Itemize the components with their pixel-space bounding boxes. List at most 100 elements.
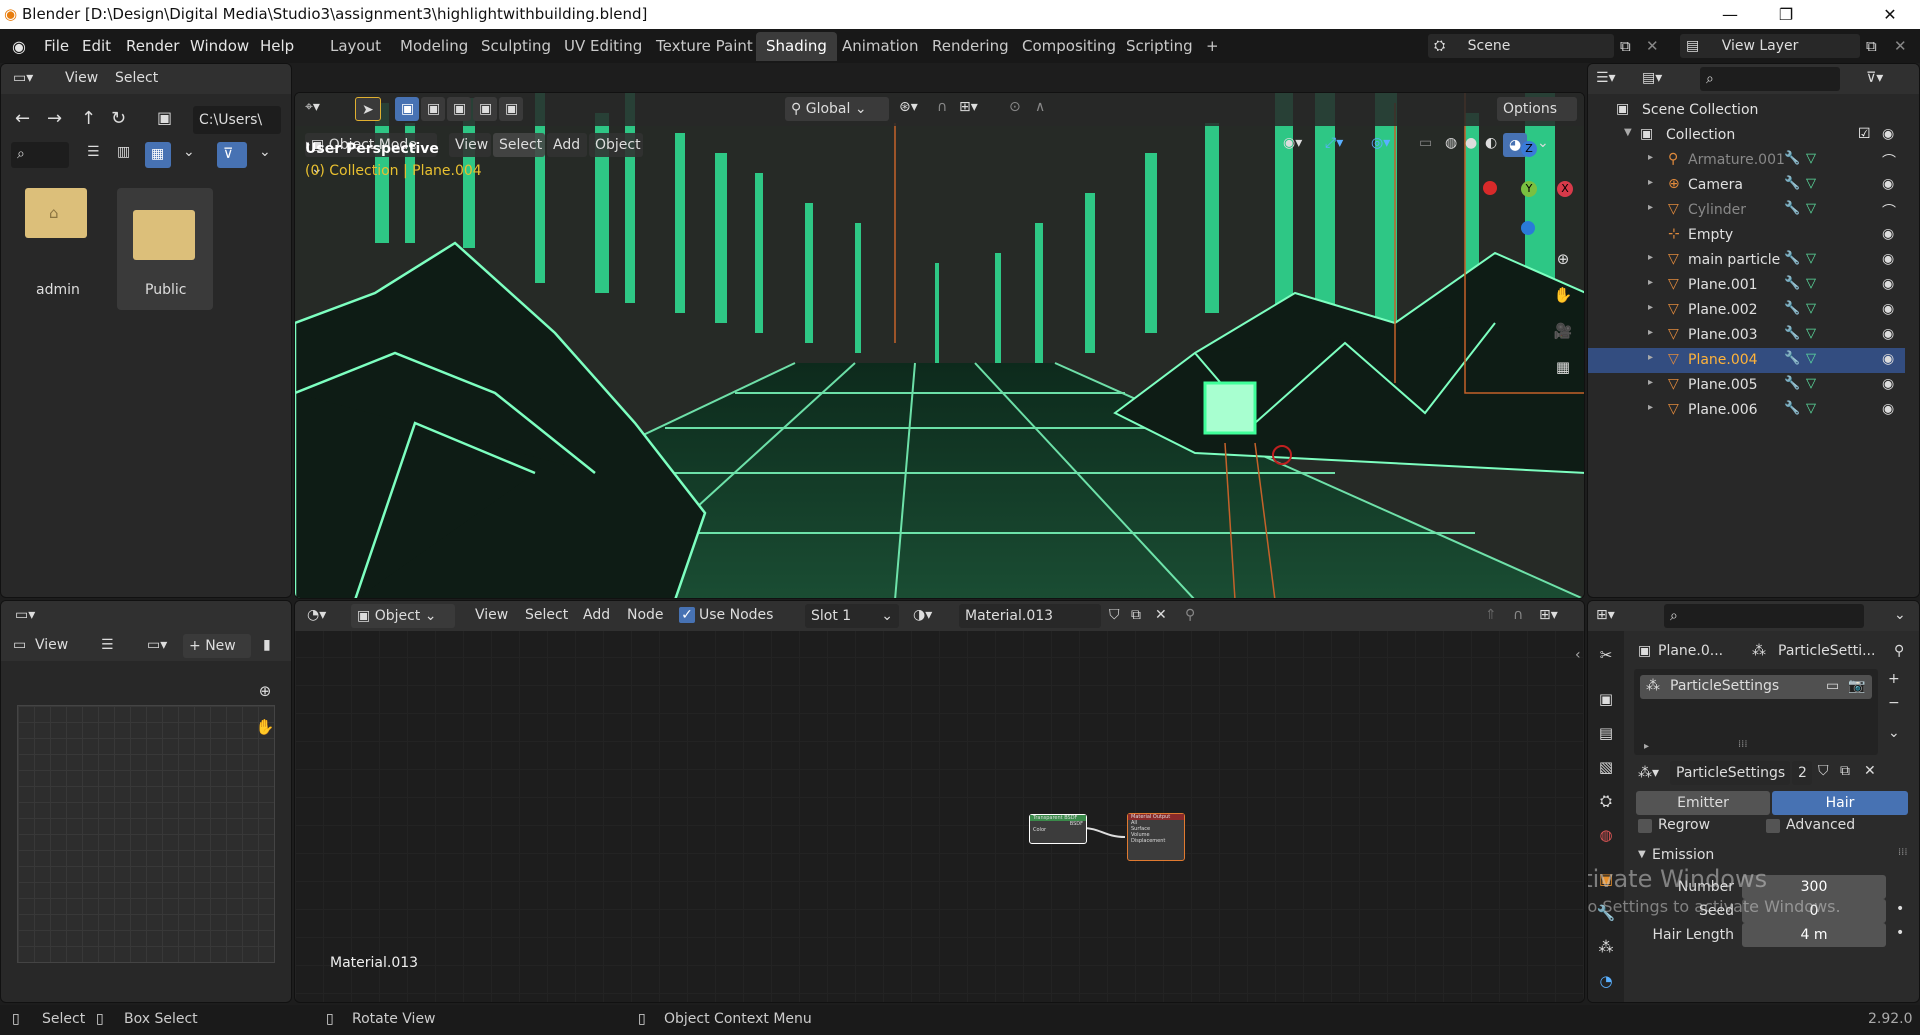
tab-layout[interactable]: Layout <box>320 32 391 61</box>
select-extend-icon[interactable]: ▣ <box>421 97 445 121</box>
tab-uv-editing[interactable]: UV Editing <box>554 32 652 61</box>
viewport-menu-select[interactable]: Select <box>493 133 545 157</box>
uv-grid[interactable] <box>17 705 275 963</box>
panel-collapse-icon[interactable]: ▼ <box>1638 849 1646 860</box>
physics-tab-icon[interactable]: ◔ <box>1594 969 1618 993</box>
modifier-icon[interactable]: 🔧 <box>1784 176 1800 191</box>
list-vertical-icon[interactable]: ☰ <box>87 144 100 160</box>
outliner-item[interactable]: ▸ ▽ Plane.006 🔧 ▽ ◉ <box>1588 398 1905 423</box>
open-image-icon[interactable]: ▮ <box>263 637 271 653</box>
resize-handle-icon[interactable]: ⁞⁞⁞ <box>1738 739 1748 750</box>
node-menu-select[interactable]: Select <box>525 607 568 623</box>
expand-arrow-icon[interactable]: ▸ <box>1648 277 1653 288</box>
thumbnails-icon[interactable]: ▦ <box>145 142 171 168</box>
modifier-icon[interactable]: 🔧 <box>1784 351 1800 366</box>
falloff-icon[interactable]: ∧ <box>1035 99 1045 115</box>
outliner-item[interactable]: ▸ ▽ Cylinder 🔧 ▽ ⌒ <box>1588 198 1905 223</box>
view-layer-selector[interactable]: ▤ View Layer <box>1680 34 1860 58</box>
viewport-menu-object[interactable]: Object <box>589 133 643 157</box>
editor-type-icon[interactable]: ▭▾ <box>15 607 35 623</box>
expand-arrow-icon[interactable]: ▸ <box>1648 252 1653 263</box>
gizmo-y-axis[interactable]: Y <box>1521 181 1537 197</box>
modifier-icon[interactable]: 🔧 <box>1784 376 1800 391</box>
mesh-data-icon[interactable]: ▽ <box>1806 276 1816 291</box>
camera-view-icon[interactable]: 🎥 <box>1551 319 1575 343</box>
output-tab-icon[interactable]: ▤ <box>1594 721 1618 745</box>
modifier-icon[interactable]: 🔧 <box>1784 201 1800 216</box>
expand-arrow-icon[interactable]: ▸ <box>1648 152 1653 163</box>
modifier-icon[interactable]: 🔧 <box>1784 401 1800 416</box>
node-menu-add[interactable]: Add <box>583 607 610 623</box>
home-folder-icon[interactable]: ⌂ <box>25 188 87 238</box>
mesh-data-icon[interactable]: ▽ <box>1806 376 1816 391</box>
forward-icon[interactable]: → <box>47 108 62 129</box>
scene-tab-icon[interactable]: ⛭ <box>1594 789 1618 813</box>
eye-icon[interactable]: ◉ <box>1882 126 1894 142</box>
expand-arrow-icon[interactable]: ▸ <box>1648 302 1653 313</box>
expand-arrow-icon[interactable]: ▸ <box>1648 202 1653 213</box>
modifier-icon[interactable]: 🔧 <box>1784 326 1800 341</box>
filter-dropdown-icon[interactable]: ⌄ <box>259 144 271 160</box>
particle-settings-browse-icon[interactable]: ⁂▾ <box>1638 765 1659 781</box>
eye-icon[interactable]: ◉ <box>1882 301 1894 317</box>
modifier-icon[interactable]: 🔧 <box>1784 276 1800 291</box>
eye-icon[interactable]: ◉ <box>1882 251 1894 267</box>
eye-icon[interactable]: ◉ <box>1882 401 1894 417</box>
refresh-icon[interactable]: ↻ <box>111 108 126 129</box>
back-icon[interactable]: ← <box>15 108 30 129</box>
tab-modeling[interactable]: Modeling <box>390 32 478 61</box>
close-button[interactable]: ✕ <box>1862 0 1918 29</box>
pan-hand-icon[interactable]: ✋ <box>1551 283 1575 307</box>
emission-panel-title[interactable]: Emission <box>1652 847 1714 863</box>
render-tab-icon[interactable]: ▣ <box>1594 687 1618 711</box>
menu-help[interactable]: Help <box>260 37 294 55</box>
outliner-item[interactable]: ⊹ Empty ◉ <box>1588 223 1905 248</box>
snap-icon[interactable]: ∩ <box>937 99 947 115</box>
sidebar-toggle-icon[interactable]: ‹ <box>1575 647 1581 663</box>
filter-icon[interactable]: ⊽ <box>217 142 247 168</box>
scene-selector[interactable]: ⛭ Scene <box>1428 34 1614 58</box>
mesh-data-icon[interactable]: ▽ <box>1806 176 1816 191</box>
tab-sculpting[interactable]: Sculpting <box>471 32 561 61</box>
remove-view-layer-icon[interactable]: ✕ <box>1894 37 1907 55</box>
add-slot-icon[interactable]: + <box>1888 671 1900 687</box>
file-menu-view[interactable]: View <box>65 70 98 86</box>
tab-animation[interactable]: Animation <box>832 32 928 61</box>
users-count[interactable]: 2 <box>1792 761 1812 785</box>
tool-tab-icon[interactable]: ✂ <box>1594 643 1618 667</box>
render-camera-icon[interactable]: 📷 <box>1848 678 1865 694</box>
eye-closed-icon[interactable]: ⌒ <box>1882 151 1896 171</box>
hair-length-field[interactable]: 4 m <box>1742 923 1886 947</box>
search-input[interactable]: ⌕ <box>11 142 69 168</box>
visibility-icon[interactable]: ◉▾ <box>1283 135 1302 151</box>
folder-public-label[interactable]: Public <box>145 282 186 298</box>
regrow-checkbox[interactable] <box>1638 819 1652 833</box>
select-intersect-icon[interactable]: ▣ <box>499 97 523 121</box>
emitter-toggle[interactable]: Emitter <box>1636 791 1770 815</box>
mesh-data-icon[interactable]: ▽ <box>1806 251 1816 266</box>
checkbox-icon[interactable]: ☑ <box>1858 126 1871 142</box>
outliner-scene-collection[interactable]: ▣ Scene Collection <box>1588 98 1905 123</box>
expand-arrow-icon[interactable]: ▸ <box>1648 402 1653 413</box>
mesh-data-icon[interactable]: ▽ <box>1806 301 1816 316</box>
properties-search-input[interactable]: ⌕ <box>1664 604 1864 628</box>
eye-icon[interactable]: ◉ <box>1882 176 1894 192</box>
hair-toggle[interactable]: Hair <box>1772 791 1908 815</box>
keyframe-dot-icon[interactable]: • <box>1896 901 1904 917</box>
path-field[interactable]: C:\Users\ <box>193 106 281 134</box>
modifier-icon[interactable]: 🔧 <box>1784 251 1800 266</box>
solid-shading-icon[interactable]: ● <box>1465 135 1477 151</box>
tab-scripting[interactable]: Scripting <box>1116 32 1203 61</box>
expand-arrow-icon[interactable]: ▸ <box>1648 377 1653 388</box>
expand-arrow-icon[interactable]: ▸ <box>1648 327 1653 338</box>
snap-icon[interactable]: ∩ <box>1513 607 1523 623</box>
transparent-bsdf-node[interactable]: Transparent BSDF BSDF Color <box>1029 814 1087 844</box>
tab-rendering[interactable]: Rendering <box>922 32 1019 61</box>
outliner-item[interactable]: ▸ ⚲ Armature.001 🔧 ▽ ⌒ <box>1588 148 1905 173</box>
remove-slot-icon[interactable]: − <box>1888 695 1900 711</box>
unlink-material-icon[interactable]: ✕ <box>1155 607 1167 623</box>
select-invert-icon[interactable]: ▣ <box>473 97 497 121</box>
image-menu-view[interactable]: View <box>35 637 68 653</box>
3d-viewport[interactable]: ⌖▾ ➤ ▣ ▣ ▣ ▣ ▣ ⚲ Global ⌄ ⊛▾ ∩ ⊞▾ ⊙ ∧ Op… <box>294 92 1585 599</box>
add-workspace-icon[interactable]: + <box>1196 32 1229 61</box>
